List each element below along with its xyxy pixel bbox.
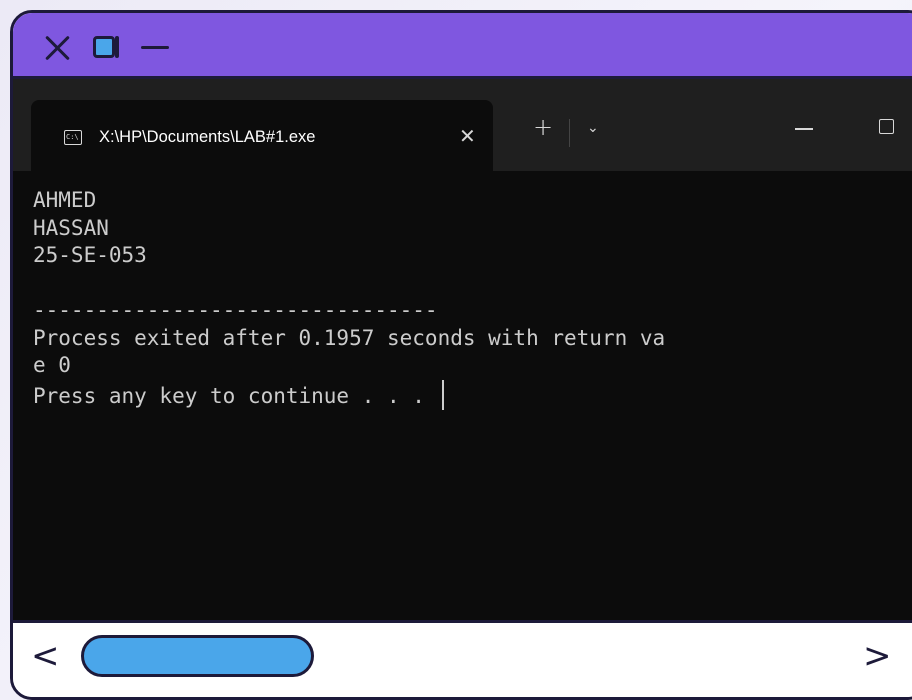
prompt-text: Press any key to continue . . . bbox=[33, 383, 438, 408]
scroll-right-icon[interactable]: > bbox=[863, 639, 892, 673]
tab-close-icon[interactable]: ✕ bbox=[459, 126, 476, 146]
console-line: HASSAN bbox=[33, 215, 109, 240]
console-icon: C:\ bbox=[64, 130, 82, 145]
console-line: Process exited after 0.1957 seconds with… bbox=[33, 325, 666, 350]
minimize-icon[interactable] bbox=[141, 46, 169, 49]
text-cursor bbox=[441, 379, 444, 410]
window-maximize-icon[interactable] bbox=[879, 119, 894, 134]
console-line: AHMED bbox=[33, 188, 97, 212]
tab-divider bbox=[569, 119, 570, 147]
console-line-prompt: Press any key to continue . . . bbox=[33, 379, 912, 410]
frame-title-bar bbox=[13, 13, 912, 79]
scroll-left-icon[interactable]: < bbox=[31, 639, 60, 673]
chevron-down-icon[interactable]: ⌄ bbox=[587, 121, 599, 135]
terminal-tab-bar: C:\ X:\HP\Documents\LAB#1.exe ✕ + ⌄ bbox=[13, 79, 912, 171]
tab-title: X:\HP\Documents\LAB#1.exe bbox=[99, 128, 316, 146]
window-minimize-icon[interactable] bbox=[795, 128, 813, 130]
console-line: e 0 bbox=[33, 353, 71, 377]
scroll-thumb[interactable] bbox=[81, 635, 314, 677]
terminal-window: C:\ X:\HP\Documents\LAB#1.exe ✕ + ⌄ AHME… bbox=[13, 79, 912, 623]
console-line: 25-SE-053 bbox=[33, 243, 147, 267]
new-tab-icon[interactable]: + bbox=[533, 115, 553, 139]
console-line: -------------------------------- bbox=[33, 298, 438, 322]
close-icon[interactable] bbox=[43, 33, 71, 61]
browser-frame: C:\ X:\HP\Documents\LAB#1.exe ✕ + ⌄ AHME… bbox=[10, 10, 912, 700]
console-output[interactable]: AHMED HASSAN 25-SE-053 --------------------… bbox=[33, 187, 912, 410]
terminal-tab[interactable]: C:\ X:\HP\Documents\LAB#1.exe ✕ bbox=[31, 100, 493, 171]
horizontal-scrollbar: < > bbox=[13, 623, 912, 697]
maximize-icon[interactable] bbox=[93, 36, 119, 58]
